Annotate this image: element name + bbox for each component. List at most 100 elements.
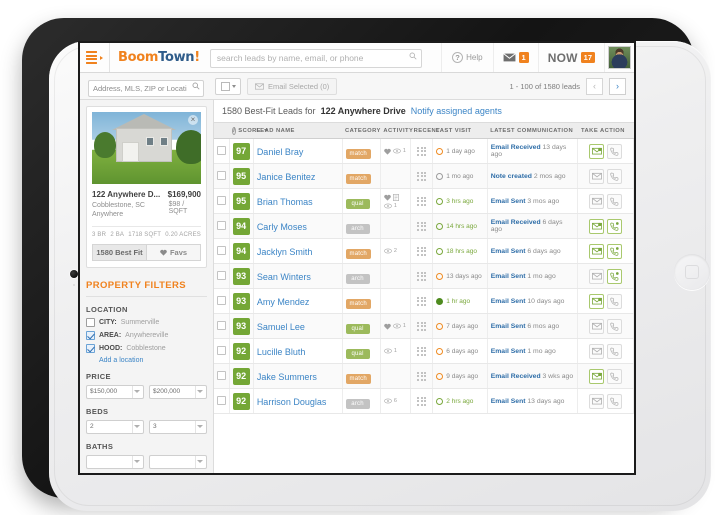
recent-cell[interactable] bbox=[410, 238, 434, 264]
email-selected-button[interactable]: Email Selected (0) bbox=[247, 77, 338, 95]
call-button[interactable] bbox=[607, 343, 623, 359]
lead-name-link[interactable]: Harrison Douglas bbox=[257, 397, 327, 407]
notify-agents-link[interactable]: Notify assigned agents bbox=[411, 106, 502, 116]
table-row[interactable]: 95 Brian Thomas qual 1 3 hrs ago Email Sent 3… bbox=[214, 188, 634, 214]
row-checkbox-cell[interactable] bbox=[214, 163, 230, 189]
lead-name-cell[interactable]: Janice Benitez bbox=[253, 163, 343, 189]
table-row[interactable]: 93 Amy Mendez match 1 hr ago Email Sent 10 d… bbox=[214, 288, 634, 314]
baths-max-select[interactable] bbox=[149, 454, 207, 469]
call-button[interactable] bbox=[607, 318, 623, 334]
help-button[interactable]: ? Help bbox=[441, 43, 492, 72]
call-button[interactable] bbox=[607, 293, 623, 309]
table-row[interactable]: 93 Sean Winters arch 13 days ago Email Sent … bbox=[214, 263, 634, 289]
recent-cell[interactable] bbox=[410, 138, 434, 164]
recent-cell[interactable] bbox=[410, 388, 434, 414]
lead-name-link[interactable]: Daniel Bray bbox=[257, 147, 304, 157]
th-category[interactable]: CATEGORY bbox=[342, 122, 380, 139]
lead-name-link[interactable]: Jacklyn Smith bbox=[257, 247, 313, 257]
send-email-button[interactable] bbox=[589, 268, 605, 284]
recent-cell[interactable] bbox=[410, 288, 434, 314]
drag-handle-icon[interactable] bbox=[417, 246, 427, 256]
baths-min-select[interactable] bbox=[86, 454, 144, 469]
row-checkbox-cell[interactable] bbox=[214, 288, 230, 314]
price-max-select[interactable]: $200,000 bbox=[149, 384, 207, 399]
row-checkbox-cell[interactable] bbox=[214, 388, 230, 414]
lead-name-link[interactable]: Carly Moses bbox=[257, 222, 307, 232]
user-menu-button[interactable] bbox=[604, 43, 634, 72]
table-row[interactable]: 93 Samuel Lee qual 1 7 days ago Email Sent 6 … bbox=[214, 313, 634, 339]
row-checkbox-cell[interactable] bbox=[214, 188, 230, 214]
th-latest-communication[interactable]: LATEST COMMUNICATION bbox=[487, 122, 578, 139]
call-button[interactable] bbox=[607, 268, 623, 284]
messages-button[interactable]: 1 bbox=[492, 43, 538, 72]
call-button[interactable] bbox=[607, 218, 623, 234]
row-checkbox-cell[interactable] bbox=[214, 238, 230, 264]
call-button[interactable] bbox=[607, 143, 623, 159]
next-page-button[interactable]: › bbox=[609, 77, 626, 95]
lead-name-link[interactable]: Jake Summers bbox=[257, 372, 317, 382]
drag-handle-icon[interactable] bbox=[417, 371, 427, 381]
drag-handle-icon[interactable] bbox=[417, 221, 427, 231]
lead-name-cell[interactable]: Samuel Lee bbox=[253, 313, 343, 339]
th-last-visit[interactable]: LAST VISIT bbox=[432, 122, 488, 139]
close-icon[interactable]: × bbox=[188, 115, 198, 125]
tab-best-fit[interactable]: 1580 Best Fit bbox=[92, 243, 147, 261]
recent-cell[interactable] bbox=[410, 363, 434, 389]
th-lead-name[interactable]: LEAD NAME bbox=[253, 122, 343, 139]
row-checkbox-cell[interactable] bbox=[214, 213, 230, 239]
call-button[interactable] bbox=[607, 368, 623, 384]
call-button[interactable] bbox=[607, 243, 623, 259]
add-location-link[interactable]: Add a location bbox=[99, 357, 207, 364]
send-email-button[interactable] bbox=[589, 193, 605, 209]
lead-name-link[interactable]: Janice Benitez bbox=[257, 172, 316, 182]
filter-checkbox-hood[interactable]: HOOD: Cobblestone bbox=[86, 343, 207, 353]
table-row[interactable]: 95 Janice Benitez match 1 mo ago Note create… bbox=[214, 163, 634, 189]
drag-handle-icon[interactable] bbox=[417, 346, 427, 356]
lead-name-link[interactable]: Brian Thomas bbox=[257, 197, 313, 207]
drag-handle-icon[interactable] bbox=[417, 321, 427, 331]
recent-cell[interactable] bbox=[410, 188, 434, 214]
table-row[interactable]: 92 Harrison Douglas arch 6 2 hrs ago Email Se… bbox=[214, 388, 634, 414]
row-checkbox-cell[interactable] bbox=[214, 263, 230, 289]
hamburger-menu-button[interactable] bbox=[80, 43, 110, 72]
lead-name-cell[interactable]: Brian Thomas bbox=[253, 188, 343, 214]
address-search-input[interactable] bbox=[88, 79, 204, 97]
call-button[interactable] bbox=[607, 393, 623, 409]
recent-cell[interactable] bbox=[410, 263, 434, 289]
price-min-select[interactable]: $150,000 bbox=[86, 384, 144, 399]
lead-name-link[interactable]: Lucille Bluth bbox=[257, 347, 306, 357]
send-email-button[interactable] bbox=[589, 143, 605, 159]
drag-handle-icon[interactable] bbox=[417, 271, 427, 281]
prev-page-button[interactable]: ‹ bbox=[586, 77, 603, 95]
lead-name-cell[interactable]: Jake Summers bbox=[253, 363, 343, 389]
drag-handle-icon[interactable] bbox=[417, 196, 427, 206]
recent-cell[interactable] bbox=[410, 338, 434, 364]
table-row[interactable]: 97 Daniel Bray match 1 1 day ago Email Receiv… bbox=[214, 138, 634, 164]
send-email-button[interactable] bbox=[589, 293, 605, 309]
search-input[interactable] bbox=[209, 48, 422, 68]
boomtown-logo[interactable]: BoomTown! bbox=[118, 50, 200, 65]
call-button[interactable] bbox=[607, 193, 623, 209]
filter-checkbox-city[interactable]: CITY: Summerville bbox=[86, 317, 207, 327]
lead-name-link[interactable]: Samuel Lee bbox=[257, 322, 305, 332]
send-email-button[interactable] bbox=[589, 368, 605, 384]
recent-cell[interactable] bbox=[410, 313, 434, 339]
drag-handle-icon[interactable] bbox=[417, 296, 427, 306]
row-checkbox-cell[interactable] bbox=[214, 338, 230, 364]
th-activity[interactable]: ACTIVITY bbox=[380, 122, 413, 139]
lead-name-cell[interactable]: Daniel Bray bbox=[253, 138, 343, 164]
drag-handle-icon[interactable] bbox=[417, 171, 427, 181]
send-email-button[interactable] bbox=[589, 393, 605, 409]
filter-checkbox-area[interactable]: AREA: Anywhereville bbox=[86, 330, 207, 340]
home-button[interactable] bbox=[674, 254, 710, 290]
beds-max-select[interactable]: 3 bbox=[149, 419, 207, 434]
drag-handle-icon[interactable] bbox=[417, 396, 427, 406]
row-checkbox-cell[interactable] bbox=[214, 138, 230, 164]
recent-cell[interactable] bbox=[410, 213, 434, 239]
table-row[interactable]: 94 Carly Moses arch 14 hrs ago Email Receive… bbox=[214, 213, 634, 239]
lead-name-cell[interactable]: Jacklyn Smith bbox=[253, 238, 343, 264]
send-email-button[interactable] bbox=[589, 318, 605, 334]
call-button[interactable] bbox=[607, 168, 623, 184]
lead-name-cell[interactable]: Sean Winters bbox=[253, 263, 343, 289]
tab-favs[interactable]: Favs bbox=[147, 243, 201, 261]
